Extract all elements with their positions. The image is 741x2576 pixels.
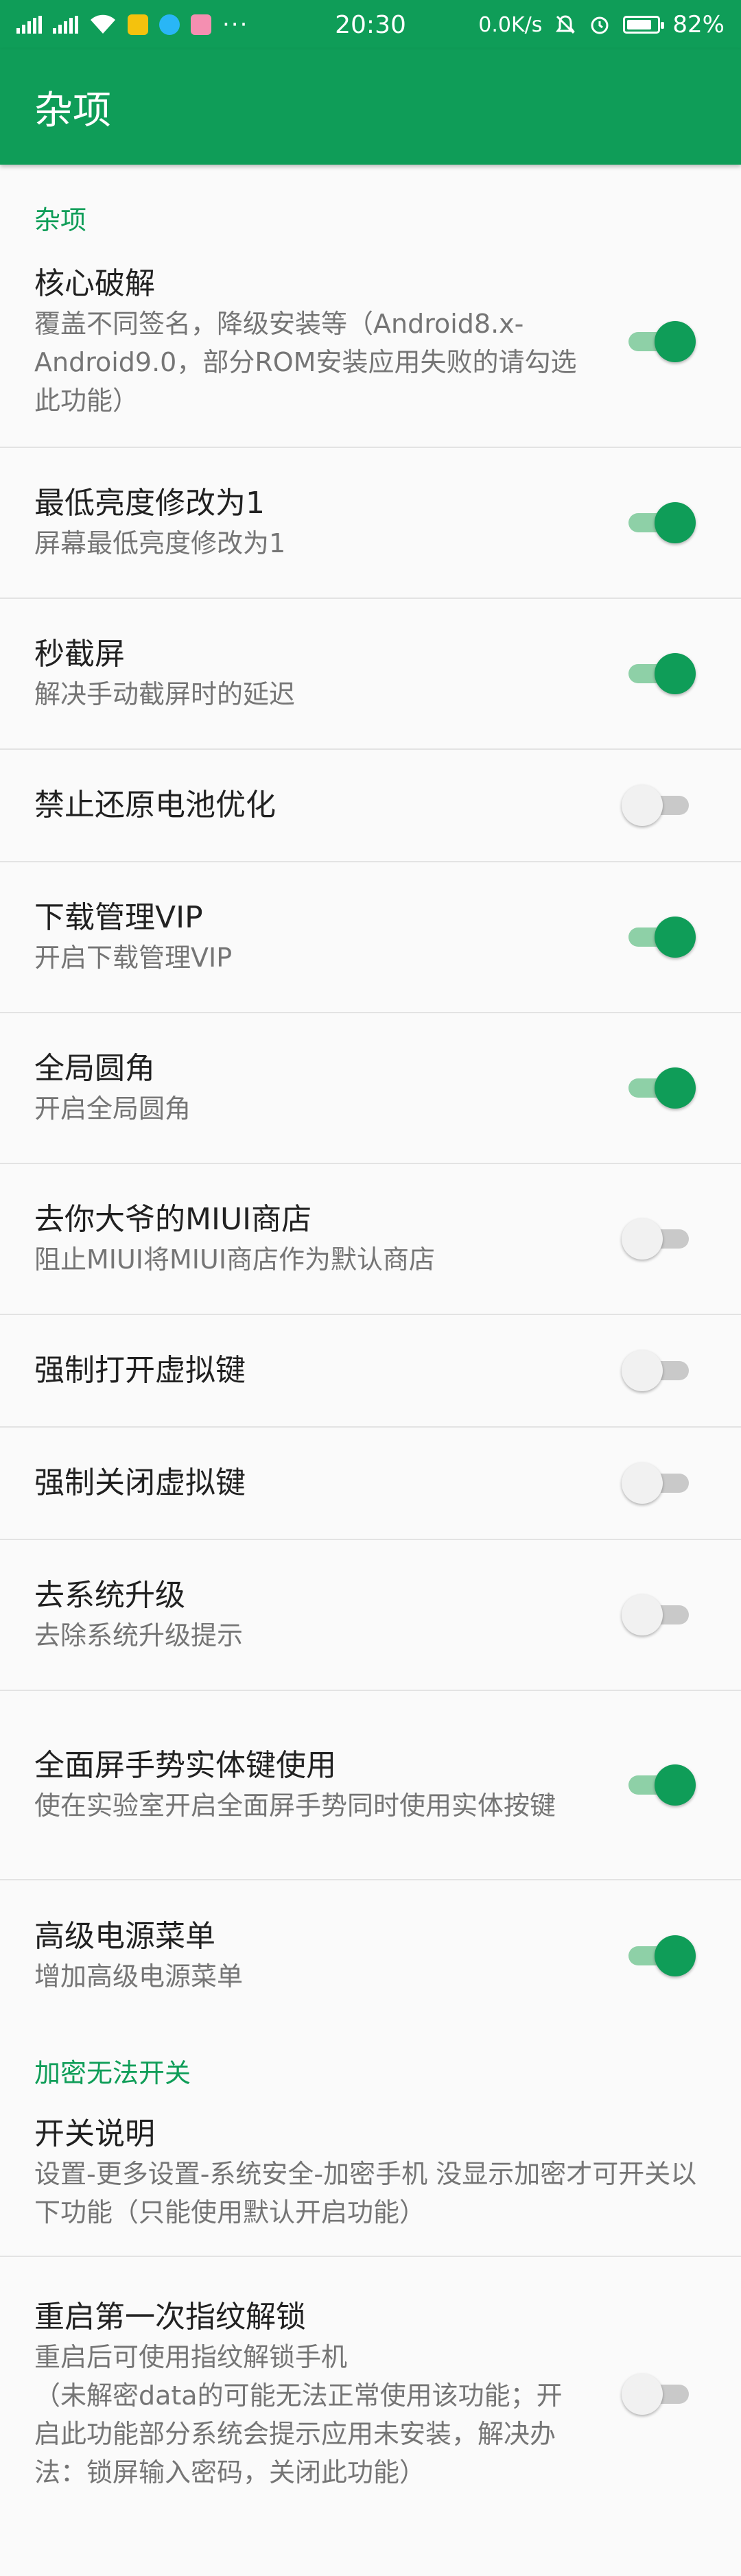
- pref-title: 高级电源菜单: [34, 1919, 215, 1954]
- page-title: 杂项: [34, 88, 111, 133]
- pref-item[interactable]: 高级电源菜单 增加高级电源菜单: [0, 1880, 741, 2031]
- toggle-switch[interactable]: [622, 1594, 693, 1635]
- pref-summary: 使在实验室开启全面屏手势同时使用实体按键: [34, 1791, 556, 1821]
- pref-text: 核心破解 覆盖不同签名，降级安装等（Android8.x-Android9.0，…: [34, 263, 624, 420]
- pref-title: 核心破解: [34, 266, 155, 301]
- section-misc: 杂项 核心破解 覆盖不同签名，降级安装等（Android8.x-Android9…: [0, 165, 741, 2031]
- pref-text: 秒截屏 解决手动截屏时的延迟: [34, 634, 624, 713]
- pref-text: 全局圆角 开启全局圆角: [34, 1048, 624, 1128]
- pref-item[interactable]: 去你大爷的MIUI商店 阻止MIUI将MIUI商店作为默认商店: [0, 1164, 741, 1315]
- pref-text: 重启第一次指纹解锁 重启后可使用指纹解锁手机 （未解密data的可能无法正常使用…: [34, 2297, 624, 2492]
- pref-summary: 屏幕最低亮度修改为1: [34, 528, 286, 558]
- pref-title: 下载管理VIP: [34, 900, 203, 935]
- toggle-switch[interactable]: [622, 1350, 693, 1391]
- pref-summary: 去除系统升级提示: [34, 1620, 244, 1651]
- pref-title: 禁止还原电池优化: [34, 788, 276, 823]
- pref-summary: 阻止MIUI将MIUI商店作为默认商店: [34, 1244, 436, 1275]
- pref-text: 开关说明 设置-更多设置-系统安全-加密手机 没显示加密才可开关以下功能（只能使…: [34, 2114, 707, 2232]
- pref-item[interactable]: 全面屏手势实体键使用 使在实验室开启全面屏手势同时使用实体按键: [0, 1691, 741, 1880]
- pref-text: 最低亮度修改为1 屏幕最低亮度修改为1: [34, 483, 624, 563]
- toggle-switch[interactable]: [622, 785, 693, 826]
- pref-item[interactable]: 全局圆角 开启全局圆角: [0, 1013, 741, 1164]
- toggle-switch[interactable]: [624, 1764, 696, 1806]
- pref-title: 秒截屏: [34, 637, 125, 672]
- toggle-switch[interactable]: [622, 1463, 693, 1504]
- pref-summary: 重启后可使用指纹解锁手机 （未解密data的可能无法正常使用该功能；开启此功能部…: [34, 2342, 563, 2488]
- pref-summary: 增加高级电源菜单: [34, 1961, 244, 1992]
- pref-text: 强制打开虚拟键: [34, 1350, 624, 1391]
- pref-summary: 覆盖不同签名，降级安装等（Android8.x-Android9.0，部分ROM…: [34, 309, 577, 416]
- pref-title: 最低亮度修改为1: [34, 486, 265, 521]
- pref-title: 重启第一次指纹解锁: [34, 2300, 306, 2335]
- app-bar: 杂项: [0, 49, 741, 165]
- toggle-switch[interactable]: [622, 2374, 693, 2415]
- toggle-switch[interactable]: [624, 1067, 696, 1109]
- pref-item[interactable]: 强制关闭虚拟键: [0, 1428, 741, 1540]
- pref-text: 全面屏手势实体键使用 使在实验室开启全面屏手势同时使用实体按键: [34, 1745, 624, 1825]
- pref-item[interactable]: 强制打开虚拟键: [0, 1315, 741, 1428]
- toggle-switch[interactable]: [622, 1218, 693, 1260]
- pref-title: 去你大爷的MIUI商店: [34, 1202, 312, 1237]
- toggle-switch[interactable]: [624, 917, 696, 958]
- battery-icon: [623, 16, 665, 34]
- section-header: 杂项: [34, 205, 87, 235]
- pref-text: 禁止还原电池优化: [34, 785, 624, 826]
- pref-item[interactable]: 重启第一次指纹解锁 重启后可使用指纹解锁手机 （未解密data的可能无法正常使用…: [0, 2257, 741, 2531]
- section-header: 加密无法开关: [34, 2058, 191, 2088]
- toggle-switch[interactable]: [624, 321, 696, 362]
- pref-summary: 开启下载管理VIP: [34, 943, 233, 973]
- toggle-switch[interactable]: [624, 1935, 696, 1976]
- pref-title: 开关说明: [34, 2116, 155, 2151]
- pref-summary: 设置-更多设置-系统安全-加密手机 没显示加密才可开关以下功能（只能使用默认开启…: [34, 2159, 697, 2228]
- pref-summary: 解决手动截屏时的延迟: [34, 679, 296, 709]
- battery-level: [627, 20, 651, 29]
- pref-title: 全面屏手势实体键使用: [34, 1748, 336, 1783]
- pref-title: 去系统升级: [34, 1578, 185, 1613]
- pref-text: 下载管理VIP 开启下载管理VIP: [34, 897, 624, 977]
- pref-summary: 开启全局圆角: [34, 1094, 191, 1124]
- toggle-switch[interactable]: [624, 653, 696, 694]
- pref-item[interactable]: 去系统升级 去除系统升级提示: [0, 1540, 741, 1691]
- toggle-switch[interactable]: [624, 502, 696, 543]
- pref-item[interactable]: 秒截屏 解决手动截屏时的延迟: [0, 599, 741, 750]
- pref-item[interactable]: 核心破解 覆盖不同签名，降级安装等（Android8.x-Android9.0，…: [0, 250, 741, 448]
- pref-text: 去系统升级 去除系统升级提示: [34, 1575, 624, 1655]
- pref-title: 全局圆角: [34, 1051, 155, 1086]
- pref-text: 去你大爷的MIUI商店 阻止MIUI将MIUI商店作为默认商店: [34, 1199, 624, 1279]
- pref-item[interactable]: 禁止还原电池优化: [0, 750, 741, 862]
- pref-item[interactable]: 下载管理VIP 开启下载管理VIP: [0, 862, 741, 1013]
- pref-item[interactable]: 开关说明 设置-更多设置-系统安全-加密手机 没显示加密才可开关以下功能（只能使…: [0, 2103, 741, 2257]
- section-encryption: 加密无法开关 开关说明 设置-更多设置-系统安全-加密手机 没显示加密才可开关以…: [0, 2031, 741, 2531]
- pref-item[interactable]: 最低亮度修改为1 屏幕最低亮度修改为1: [0, 448, 741, 599]
- pref-title: 强制关闭虚拟键: [34, 1465, 246, 1500]
- pref-text: 高级电源菜单 增加高级电源菜单: [34, 1916, 624, 1996]
- pref-text: 强制关闭虚拟键: [34, 1463, 624, 1504]
- pref-title: 强制打开虚拟键: [34, 1353, 246, 1388]
- status-bar: ··· 20:30 0.0K/s 82%: [0, 0, 741, 49]
